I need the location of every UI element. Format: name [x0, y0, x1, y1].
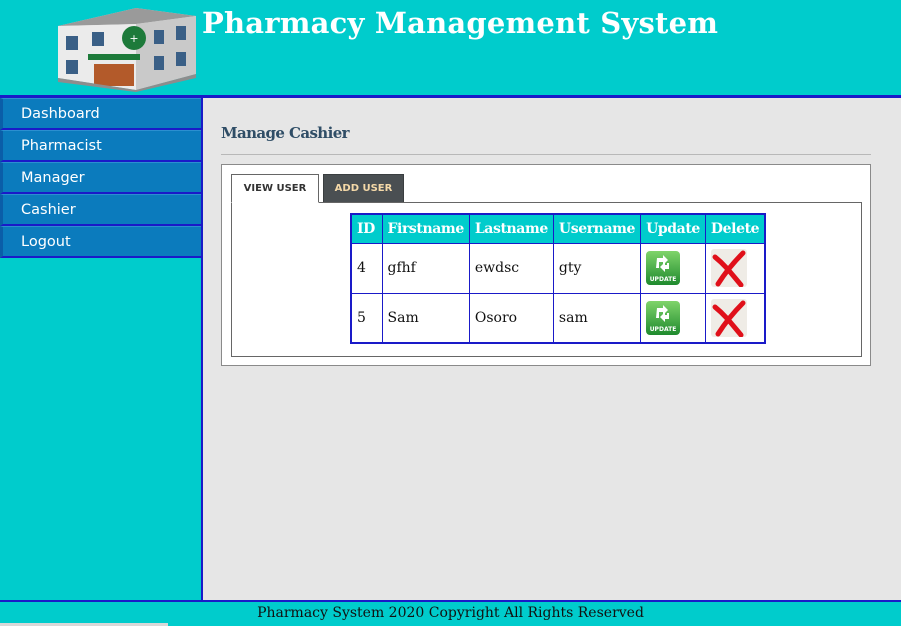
update-icon[interactable]: UPDATE	[646, 251, 681, 285]
cashier-panel: VIEW USER ADD USER ID Firstname Lastname…	[221, 164, 871, 366]
sidebar: Dashboard Pharmacist Manager Cashier Log…	[0, 98, 203, 600]
column-header-firstname: Firstname	[381, 213, 470, 244]
page-title: Manage Cashier	[221, 124, 350, 142]
sidebar-item-pharmacist[interactable]: Pharmacist	[0, 130, 201, 162]
delete-icon[interactable]	[710, 298, 747, 338]
header: + Pharmacy Management System	[0, 0, 901, 98]
column-header-delete: Delete	[704, 213, 766, 244]
main-content: Manage Cashier VIEW USER ADD USER ID Fir…	[203, 98, 901, 600]
tab-body: ID Firstname Lastname Username Update De…	[231, 202, 862, 357]
footer-copyright: Pharmacy System 2020 Copyright All Right…	[257, 605, 644, 621]
footer: Pharmacy System 2020 Copyright All Right…	[0, 600, 901, 626]
cell-firstname: gfhf	[381, 242, 470, 294]
title-divider	[221, 154, 871, 155]
cashier-table: ID Firstname Lastname Username Update De…	[350, 213, 767, 344]
column-header-username: Username	[552, 213, 642, 244]
table-row: 5 Sam Osoro sam UPDATE	[350, 292, 766, 344]
cell-delete	[704, 242, 766, 294]
sidebar-item-manager[interactable]: Manager	[0, 162, 201, 194]
update-icon-text: UPDATE	[650, 326, 677, 333]
column-header-lastname: Lastname	[468, 213, 554, 244]
cell-update: UPDATE	[640, 292, 706, 344]
table-row: 4 gfhf ewdsc gty UPDATE	[350, 242, 766, 294]
cell-id: 4	[350, 242, 383, 294]
sidebar-item-cashier[interactable]: Cashier	[0, 194, 201, 226]
delete-icon[interactable]	[710, 249, 747, 288]
tab-add-user[interactable]: ADD USER	[323, 174, 404, 203]
cell-firstname: Sam	[381, 292, 470, 344]
cell-lastname: Osoro	[468, 292, 554, 344]
column-header-update: Update	[640, 213, 706, 244]
table-header-row: ID Firstname Lastname Username Update De…	[350, 213, 766, 244]
cell-username: sam	[552, 292, 642, 344]
cell-update: UPDATE	[640, 242, 706, 294]
update-icon[interactable]: UPDATE	[646, 300, 681, 335]
cell-id: 5	[350, 292, 383, 344]
sidebar-item-logout[interactable]: Logout	[0, 226, 201, 258]
app-title: Pharmacy Management System	[202, 6, 719, 40]
tab-view-user[interactable]: VIEW USER	[231, 174, 319, 203]
update-icon-text: UPDATE	[650, 276, 677, 283]
pharmacy-building-icon: +	[50, 4, 202, 92]
column-header-id: ID	[350, 213, 383, 244]
svg-text:+: +	[129, 32, 138, 45]
sidebar-item-dashboard[interactable]: Dashboard	[0, 98, 201, 130]
cell-delete	[704, 292, 766, 344]
cell-username: gty	[552, 242, 642, 294]
cell-lastname: ewdsc	[468, 242, 554, 294]
